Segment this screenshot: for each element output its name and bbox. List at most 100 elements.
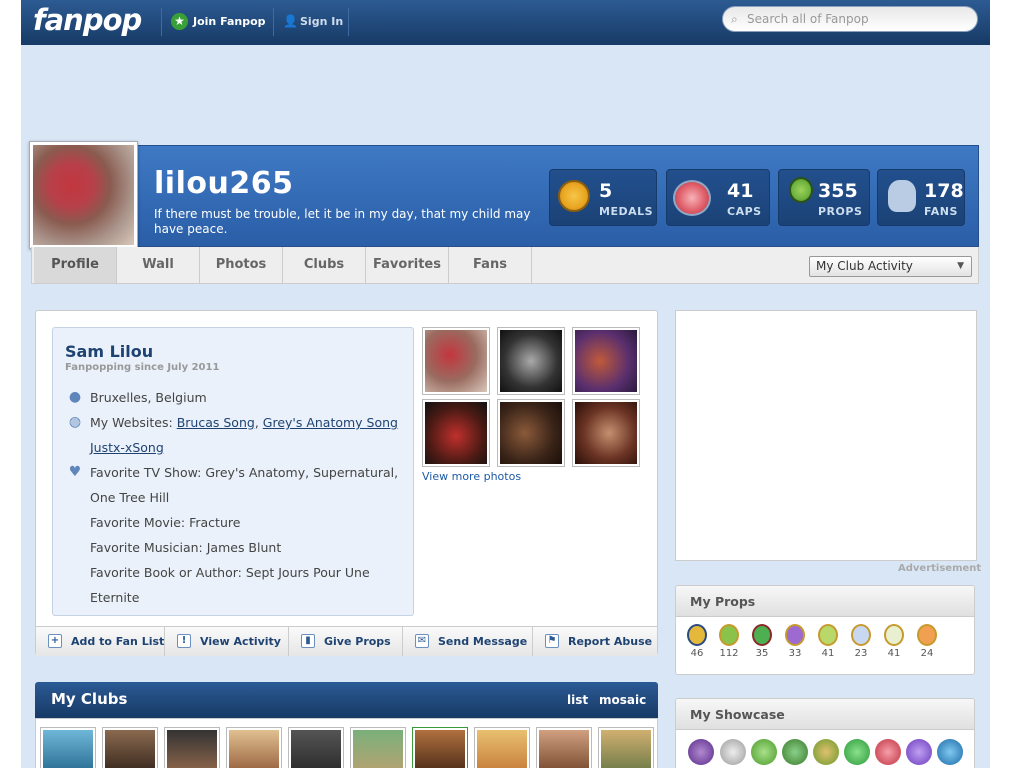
caps-icon xyxy=(673,180,711,216)
showcase-item[interactable] xyxy=(813,739,839,765)
club-thumb[interactable] xyxy=(226,727,282,768)
avatar[interactable] xyxy=(29,141,138,249)
tab-wall[interactable]: Wall xyxy=(117,247,200,283)
showcase-item[interactable] xyxy=(751,739,777,765)
stat-props[interactable]: 355 PROPS xyxy=(778,169,870,226)
club-thumb[interactable] xyxy=(40,727,96,768)
club-thumb[interactable] xyxy=(598,727,654,768)
prop-item[interactable]: 24 xyxy=(915,624,939,659)
page: fanpop ★ Join Fanpop 👤 Sign In ⌕ Search … xyxy=(21,0,990,768)
favorite-book-cont: Eternite xyxy=(90,590,140,605)
send-message-button[interactable]: ✉ Send Message xyxy=(403,627,533,656)
showcase-item[interactable] xyxy=(875,739,901,765)
advertisement-slot[interactable] xyxy=(675,310,977,561)
showcase-item[interactable] xyxy=(844,739,870,765)
showcase-item[interactable] xyxy=(906,739,932,765)
search-input[interactable]: ⌕ Search all of Fanpop xyxy=(722,6,978,32)
clubs-grid xyxy=(35,718,658,768)
stat-label: PROPS xyxy=(818,205,863,218)
action-label: Give Props xyxy=(324,635,391,648)
prop-count: 33 xyxy=(788,648,802,659)
website-link[interactable]: Brucas Song xyxy=(177,415,255,430)
prop-item[interactable]: 112 xyxy=(717,624,741,659)
bookmark-icon: ▮ xyxy=(301,634,315,648)
prop-icon xyxy=(818,624,838,646)
favorite-movie: Favorite Movie: Fracture xyxy=(90,515,241,530)
prop-item[interactable]: 33 xyxy=(783,624,807,659)
fanpop-logo[interactable]: fanpop xyxy=(33,3,142,37)
tab-clubs[interactable]: Clubs xyxy=(283,247,366,283)
club-thumb[interactable] xyxy=(288,727,344,768)
give-props-button[interactable]: ▮ Give Props xyxy=(289,627,403,656)
prop-icon xyxy=(917,624,937,646)
showcase-item[interactable] xyxy=(782,739,808,765)
envelope-icon: ✉ xyxy=(415,634,429,648)
club-activity-select[interactable]: My Club Activity ▼ xyxy=(809,256,972,277)
prop-count: 41 xyxy=(821,648,835,659)
club-thumb[interactable] xyxy=(474,727,530,768)
stat-value: 178 xyxy=(924,180,964,202)
stat-caps[interactable]: 41 CAPS xyxy=(666,169,770,226)
top-bar: fanpop ★ Join Fanpop 👤 Sign In ⌕ Search … xyxy=(21,0,990,45)
search-icon: ⌕ xyxy=(731,12,738,26)
search-placeholder: Search all of Fanpop xyxy=(747,12,869,26)
sign-in-link[interactable]: 👤 Sign In xyxy=(283,13,343,31)
stat-value: 5 xyxy=(599,180,613,202)
flag-icon: ⚑ xyxy=(545,634,559,648)
club-thumb[interactable] xyxy=(536,727,592,768)
showcase-item[interactable] xyxy=(937,739,963,765)
view-more-photos-link[interactable]: View more photos xyxy=(422,470,521,483)
props-panel: My Props 46 112 35 33 41 23 41 24 xyxy=(675,585,975,675)
photo-thumb[interactable] xyxy=(497,327,565,395)
website-link[interactable]: Grey's Anatomy Song xyxy=(263,415,398,430)
stat-medals[interactable]: 5 MEDALS xyxy=(549,169,657,226)
globe-icon: ◍ xyxy=(68,414,82,430)
location: Bruxelles, Belgium xyxy=(90,390,207,405)
exclamation-icon: ! xyxy=(177,634,191,648)
photo-thumb[interactable] xyxy=(497,399,565,467)
divider xyxy=(161,8,162,36)
chevron-down-icon: ▼ xyxy=(957,261,964,271)
stat-fans[interactable]: 178 FANS xyxy=(877,169,965,226)
club-thumb[interactable] xyxy=(412,727,468,768)
photo-thumb[interactable] xyxy=(572,399,640,467)
prop-count: 24 xyxy=(920,648,934,659)
clubs-list-view-link[interactable]: list xyxy=(567,693,588,707)
prop-item[interactable]: 23 xyxy=(849,624,873,659)
tab-profile[interactable]: Profile xyxy=(34,247,117,283)
club-thumb[interactable] xyxy=(164,727,220,768)
prop-count: 46 xyxy=(690,648,704,659)
tab-photos[interactable]: Photos xyxy=(200,247,283,283)
prop-item[interactable]: 41 xyxy=(882,624,906,659)
view-activity-button[interactable]: ! View Activity xyxy=(165,627,289,656)
tab-favorites[interactable]: Favorites xyxy=(366,247,449,283)
report-abuse-button[interactable]: ⚑ Report Abuse xyxy=(533,627,657,656)
showcase-item[interactable] xyxy=(720,739,746,765)
showcase-panel: My Showcase xyxy=(675,698,975,768)
prop-count: 112 xyxy=(719,648,739,659)
join-fanpop-link[interactable]: ★ Join Fanpop xyxy=(171,13,266,31)
prop-item[interactable]: 46 xyxy=(685,624,709,659)
real-name: Sam Lilou xyxy=(65,342,154,361)
props-title: My Props xyxy=(676,586,974,617)
stat-label: MEDALS xyxy=(599,205,654,218)
favorite-tv: Favorite TV Show: Grey's Anatomy, Supern… xyxy=(90,465,399,480)
club-thumb[interactable] xyxy=(102,727,158,768)
photo-thumb[interactable] xyxy=(422,399,490,467)
divider xyxy=(273,8,274,36)
add-to-fan-list-button[interactable]: + Add to Fan List xyxy=(36,627,165,656)
favorite-book: Favorite Book or Author: Sept Jours Pour… xyxy=(90,565,370,580)
prop-count: 23 xyxy=(854,648,868,659)
clubs-mosaic-view-link[interactable]: mosaic xyxy=(599,693,646,707)
club-thumb[interactable] xyxy=(350,727,406,768)
photo-thumb[interactable] xyxy=(422,327,490,395)
prop-icon xyxy=(785,624,805,646)
prop-item[interactable]: 41 xyxy=(816,624,840,659)
showcase-item[interactable] xyxy=(688,739,714,765)
prop-item[interactable]: 35 xyxy=(750,624,774,659)
tab-fans[interactable]: Fans xyxy=(449,247,532,283)
website-link[interactable]: Justx-xSong xyxy=(90,440,164,455)
photo-thumb[interactable] xyxy=(572,327,640,395)
action-label: View Activity xyxy=(200,635,281,648)
stat-value: 355 xyxy=(818,180,858,202)
